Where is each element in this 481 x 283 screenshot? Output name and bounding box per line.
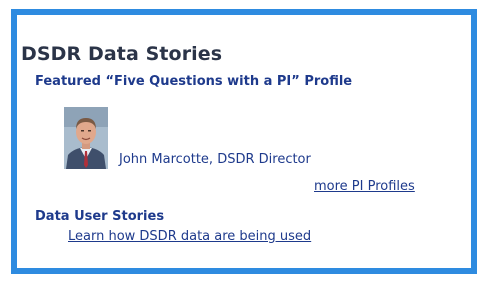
more-pi-profiles-link[interactable]: more PI Profiles [314, 179, 415, 194]
panel-title: DSDR Data Stories [21, 43, 223, 65]
avatar [64, 107, 108, 169]
featured-profile-heading: Featured “Five Questions with a PI” Prof… [35, 74, 353, 89]
learn-how-data-used-link[interactable]: Learn how DSDR data are being used [68, 229, 311, 244]
person-photo-icon [64, 107, 108, 169]
data-stories-panel: DSDR Data Stories Featured “Five Questio… [11, 9, 477, 274]
data-user-stories-heading: Data User Stories [35, 209, 165, 224]
profile-name: John Marcotte, DSDR Director [119, 152, 311, 167]
